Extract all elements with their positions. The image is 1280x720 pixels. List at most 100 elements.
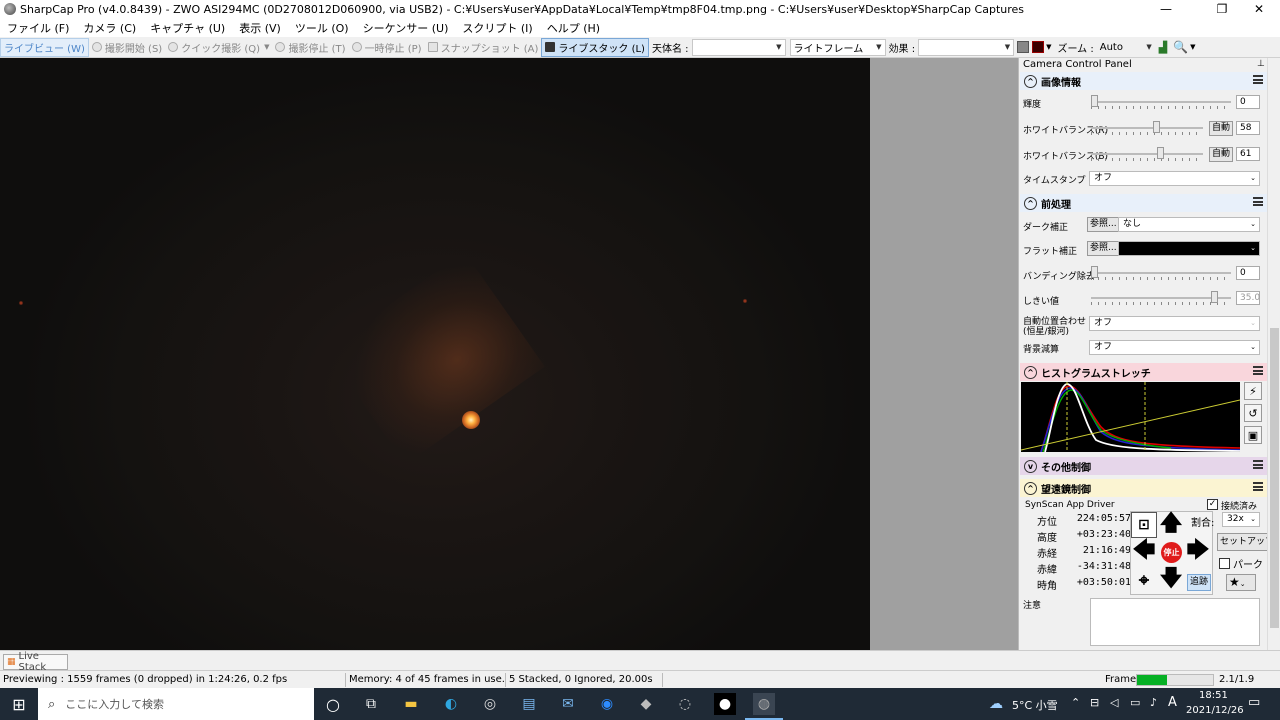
banding-slider[interactable] (1091, 266, 1231, 280)
banding-value[interactable]: 0 (1236, 266, 1260, 280)
star-goto-icon[interactable]: ★⌄ (1226, 574, 1256, 591)
edge-icon[interactable]: ◐ (440, 693, 462, 715)
menu-camera[interactable]: カメラ (C) (76, 20, 143, 36)
expand-icon[interactable]: v (1024, 459, 1037, 473)
section-telescope-control[interactable]: ^ 望遠鏡制御 (1020, 479, 1267, 497)
slider-thumb[interactable] (1153, 121, 1160, 133)
arrow-up-icon[interactable]: 🡅 (1158, 511, 1184, 538)
arrow-right-icon[interactable]: 🡆 (1185, 538, 1211, 565)
slider-thumb[interactable] (1091, 266, 1098, 278)
menu-tools[interactable]: ツール (O) (288, 20, 356, 36)
reset-icon[interactable]: ↺ (1244, 404, 1262, 422)
stop-capture-button[interactable]: 撮影停止 (T) (272, 38, 348, 57)
panel-scrollbar[interactable] (1267, 58, 1280, 650)
menu-view[interactable]: 表示 (V) (232, 20, 288, 36)
sharpcap-taskbar-icon[interactable]: ◍ (753, 693, 775, 715)
clock-time[interactable]: 18:51 (1199, 690, 1228, 701)
task-view-icon[interactable]: ⧉ (360, 693, 382, 715)
volume-icon[interactable]: ◁ (1110, 696, 1118, 709)
pin-icon[interactable]: ⊥ (1257, 59, 1265, 69)
scrollbar-thumb[interactable] (1270, 328, 1279, 628)
rate-select[interactable]: 32x ⌄ (1222, 512, 1260, 527)
wb-b-auto-button[interactable]: 自動 (1209, 147, 1234, 162)
close-button[interactable]: ✕ (1236, 0, 1280, 18)
slider-thumb[interactable] (1157, 147, 1164, 159)
store-icon[interactable]: ▤ (518, 693, 540, 715)
red-overlay-icon[interactable] (1032, 41, 1045, 53)
effect-select[interactable]: ▼ (918, 38, 1015, 56)
grayscale-icon[interactable] (1017, 41, 1030, 53)
windows-start-icon[interactable]: ⊞ (8, 693, 30, 715)
timestamp-select[interactable]: オフ ⌄ (1089, 171, 1260, 186)
bg-subtract-select[interactable]: オフ ⌄ (1089, 340, 1260, 355)
app-icon[interactable]: ◌ (674, 693, 696, 715)
network-icon[interactable]: ⊟ (1090, 696, 1099, 709)
tracking-button[interactable]: 追跡 (1187, 574, 1212, 591)
power-icon[interactable]: ▭ (1130, 696, 1140, 709)
app-icon[interactable]: ◆ (635, 693, 657, 715)
wb-r-auto-button[interactable]: 自動 (1209, 121, 1234, 136)
arrow-down-icon[interactable]: 🡇 (1158, 566, 1184, 593)
section-preprocess[interactable]: ^ 前処理 (1020, 194, 1267, 212)
live-stack-button[interactable]: ライブスタック (L) (541, 37, 649, 57)
collapse-icon[interactable]: ^ (1024, 196, 1037, 210)
mail-icon[interactable]: ✉ (557, 693, 579, 715)
dark-select[interactable]: なし ⌄ (1118, 217, 1260, 232)
histogram-icon[interactable]: ▟ (1159, 41, 1167, 54)
menu-icon[interactable] (1253, 460, 1263, 469)
menu-icon[interactable] (1253, 482, 1263, 491)
chevron-down-icon[interactable]: ▼ (1046, 43, 1051, 51)
zoom-select[interactable]: Auto ▼ (1096, 38, 1155, 56)
notification-icon[interactable]: ▭ (1248, 695, 1260, 710)
notes-textarea[interactable] (1090, 598, 1260, 646)
file-explorer-icon[interactable]: ▬ (400, 693, 422, 715)
crosshair-icon[interactable]: ⌖ (1131, 567, 1157, 593)
park-checkbox[interactable] (1219, 558, 1230, 569)
chevron-up-icon[interactable]: ⌃ (1071, 696, 1080, 709)
auto-stretch-icon[interactable]: ⚡ (1244, 382, 1262, 400)
brightness-slider[interactable] (1091, 95, 1231, 109)
auto-align-select[interactable]: オフ ⌄ (1089, 316, 1260, 331)
section-histogram-stretch[interactable]: ^ ヒストグラムストレッチ (1020, 363, 1267, 381)
weather-icon[interactable]: ☁ (985, 693, 1007, 715)
connected-checkbox[interactable]: ✓ (1207, 499, 1218, 510)
collapse-icon[interactable]: ^ (1024, 365, 1037, 379)
pause-button[interactable]: 一時停止 (P) (349, 38, 425, 57)
threshold-value[interactable]: 35.0 (1236, 291, 1260, 305)
flat-browse-button[interactable]: 参照... (1087, 241, 1120, 256)
menu-icon[interactable] (1253, 197, 1263, 206)
speaker-icon[interactable]: ♪ (1150, 696, 1157, 709)
save-icon[interactable]: ▣ (1244, 426, 1262, 444)
wb-b-slider[interactable] (1091, 147, 1203, 161)
image-viewport[interactable] (0, 58, 870, 650)
snapshot-button[interactable]: スナップショット (A) (425, 38, 542, 57)
chevron-down-icon[interactable]: ▼ (1190, 43, 1195, 51)
wb-r-slider[interactable] (1091, 121, 1203, 135)
brightness-value[interactable]: 0 (1236, 95, 1260, 109)
taskbar-search-box[interactable]: ⌕ ここに入力して検索 (38, 688, 314, 720)
zoom-icon[interactable]: 🔍 (1173, 40, 1188, 54)
slider-thumb[interactable] (1211, 291, 1218, 303)
menu-icon[interactable] (1253, 366, 1263, 375)
section-other-controls[interactable]: v その他制御 (1020, 457, 1267, 475)
ime-indicator[interactable]: A (1168, 695, 1177, 710)
threshold-slider[interactable] (1091, 291, 1231, 305)
menu-icon[interactable] (1253, 75, 1263, 84)
menu-capture[interactable]: キャプチャ (U) (143, 20, 232, 36)
stop-button[interactable]: 停止 (1161, 542, 1182, 563)
menu-sequencer[interactable]: シーケンサー (U) (356, 20, 456, 36)
flat-select[interactable]: ⌄ (1118, 241, 1260, 256)
slider-thumb[interactable] (1091, 95, 1098, 107)
live-stack-tab[interactable]: ▦ Live Stack (3, 651, 68, 673)
weather-text[interactable]: 5°C 小雪 (1012, 697, 1058, 713)
menu-scripting[interactable]: スクリプト (I) (455, 20, 539, 36)
app-icon[interactable]: ● (714, 693, 736, 715)
wb-b-value[interactable]: 61 (1236, 147, 1260, 161)
minimize-button[interactable]: — (1143, 0, 1189, 18)
liveview-button[interactable]: ライブビュー (W) (0, 37, 89, 57)
wb-r-value[interactable]: 58 (1236, 121, 1260, 135)
app-icon[interactable]: ◎ (479, 693, 501, 715)
collapse-icon[interactable]: ^ (1024, 74, 1037, 88)
start-capture-button[interactable]: 撮影開始 (S) (89, 38, 165, 57)
quick-capture-button[interactable]: クイック撮影 (Q) ▼ (165, 38, 272, 57)
